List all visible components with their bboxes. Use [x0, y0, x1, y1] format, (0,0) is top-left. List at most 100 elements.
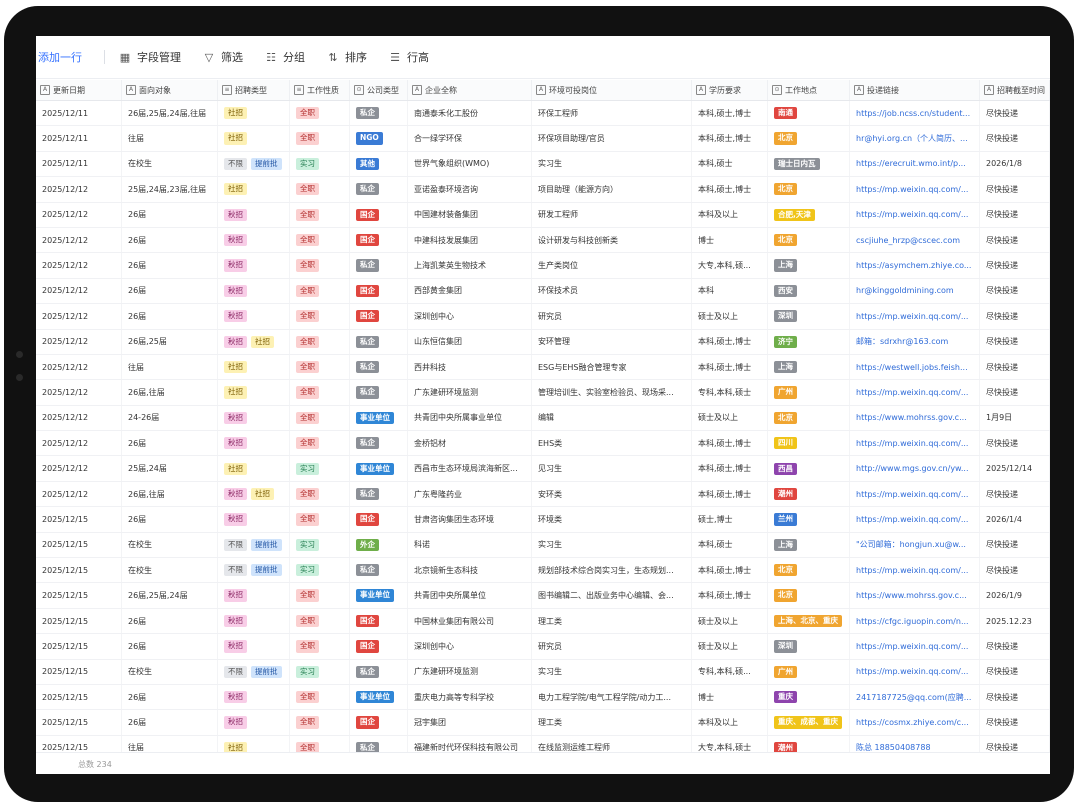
- cell-apply-link[interactable]: https://mp.weixin.qq.com/...: [850, 558, 980, 583]
- cell-education[interactable]: 本科,硕士,博士: [692, 354, 768, 380]
- cell-target[interactable]: 26届,25届,24届,往届: [122, 101, 218, 126]
- cell-company-type[interactable]: 私企: [350, 101, 408, 126]
- cell-target[interactable]: 26届,25届,24届: [122, 583, 218, 608]
- cell-deadline[interactable]: 尽快投递: [980, 710, 1050, 735]
- cell-deadline[interactable]: 尽快投递: [980, 431, 1050, 456]
- toolbar-item-filter[interactable]: ▽ 筛选: [203, 49, 243, 65]
- cell-position[interactable]: 环境类: [532, 507, 692, 532]
- cell-update-date[interactable]: 2025/12/15: [36, 507, 122, 532]
- cell-position[interactable]: 环保项目助理/官员: [532, 126, 692, 151]
- cell-company-type[interactable]: 私企: [350, 659, 408, 684]
- cell-location[interactable]: 重庆、成都、重庆: [768, 710, 850, 735]
- cell-job-nature[interactable]: 全职: [290, 507, 350, 532]
- cell-update-date[interactable]: 2025/12/12: [36, 405, 122, 431]
- toolbar-item-group[interactable]: ☷ 分组: [265, 49, 305, 65]
- cell-company-type[interactable]: 私企: [350, 329, 408, 354]
- cell-company-name[interactable]: 合一绿学环保: [408, 126, 532, 151]
- cell-target[interactable]: 26届: [122, 278, 218, 304]
- cell-deadline[interactable]: 尽快投递: [980, 278, 1050, 304]
- cell-location[interactable]: 兰州: [768, 507, 850, 532]
- cell-location[interactable]: 潮州: [768, 481, 850, 507]
- cell-recruit-type[interactable]: 社招: [218, 101, 290, 126]
- cell-update-date[interactable]: 2025/12/12: [36, 380, 122, 405]
- cell-education[interactable]: 硕士,博士: [692, 507, 768, 532]
- cell-location[interactable]: 北京: [768, 583, 850, 608]
- cell-recruit-type[interactable]: 秋招: [218, 634, 290, 659]
- cell-company-type[interactable]: 事业单位: [350, 684, 408, 710]
- cell-position[interactable]: 实习生: [532, 151, 692, 177]
- table-row[interactable]: 2025/12/15 26届 秋招 全职 事业单位 重庆电力高等专科学校 电力工程学院/电气…: [36, 684, 1050, 711]
- cell-position[interactable]: 安环类: [532, 481, 692, 507]
- cell-update-date[interactable]: 2025/12/15: [36, 532, 122, 558]
- cell-update-date[interactable]: 2025/12/11: [36, 101, 122, 126]
- cell-company-name[interactable]: 亚诺盈泰环境咨询: [408, 177, 532, 202]
- cell-update-date[interactable]: 2025/12/12: [36, 304, 122, 329]
- cell-recruit-type[interactable]: 秋招: [218, 608, 290, 634]
- cell-recruit-type[interactable]: 社招: [218, 177, 290, 202]
- toolbar-item-row-height[interactable]: ☰ 行高: [389, 49, 429, 65]
- cell-position[interactable]: 图书编辑二、出版业务中心编辑、会...: [532, 583, 692, 608]
- cell-position[interactable]: 理工类: [532, 608, 692, 634]
- cell-apply-link[interactable]: 邮箱：sdrxhr@163.com: [850, 329, 980, 354]
- cell-company-type[interactable]: 私企: [350, 380, 408, 405]
- cell-education[interactable]: 专科,本科,硕士: [692, 380, 768, 405]
- cell-apply-link[interactable]: https://www.mohrss.gov.c...: [850, 583, 980, 608]
- cell-deadline[interactable]: 2026/1/8: [980, 151, 1050, 177]
- cell-company-name[interactable]: 共青团中央所属单位: [408, 583, 532, 608]
- cell-recruit-type[interactable]: 社招: [218, 380, 290, 405]
- cell-recruit-type[interactable]: 秋招: [218, 405, 290, 431]
- cell-job-nature[interactable]: 全职: [290, 583, 350, 608]
- cell-target[interactable]: 26届,25届: [122, 329, 218, 354]
- table-row[interactable]: 2025/12/15 26届,25届,24届 秋招 全职 事业单位 共青团中央所属单位 图书…: [36, 583, 1050, 609]
- column-header[interactable]: ≡ 招聘类型: [218, 80, 290, 100]
- cell-company-name[interactable]: 广东粤隆药业: [408, 481, 532, 507]
- cell-target[interactable]: 26届,往届: [122, 380, 218, 405]
- table-row[interactable]: 2025/12/12 26届,往届 秋招 社招 全职 私企 广东粤隆药业 安环类 本科,硕士,博…: [36, 481, 1050, 508]
- cell-job-nature[interactable]: 全职: [290, 227, 350, 253]
- cell-position[interactable]: 项目助理（能源方向）: [532, 177, 692, 202]
- cell-education[interactable]: 本科,硕士: [692, 151, 768, 177]
- cell-position[interactable]: ESG与EHS融合管理专家: [532, 354, 692, 380]
- cell-position[interactable]: 编辑: [532, 405, 692, 431]
- cell-apply-link[interactable]: "公司邮箱：hongjun.xu@w...: [850, 532, 980, 558]
- cell-position[interactable]: 环保技术员: [532, 278, 692, 304]
- cell-position[interactable]: 设计研发与科技创新类: [532, 227, 692, 253]
- cell-apply-link[interactable]: 2417187725@qq.com(应聘...: [850, 684, 980, 710]
- cell-position[interactable]: 理工类: [532, 710, 692, 735]
- cell-recruit-type[interactable]: 秋招: [218, 431, 290, 456]
- cell-job-nature[interactable]: 实习: [290, 456, 350, 481]
- cell-company-name[interactable]: 金桥铝材: [408, 431, 532, 456]
- table-row[interactable]: 2025/12/15 在校生 不限 提前批 实习 私企 广东建研环境监测 实习生 专科,本科,硕…: [36, 659, 1050, 685]
- cell-education[interactable]: 本科,硕士,博士: [692, 456, 768, 481]
- column-header[interactable]: ⊙ 工作地点: [768, 80, 850, 100]
- cell-deadline[interactable]: 尽快投递: [980, 126, 1050, 151]
- cell-recruit-type[interactable]: 秋招: [218, 710, 290, 735]
- cell-company-name[interactable]: 南通泰禾化工股份: [408, 101, 532, 126]
- cell-company-name[interactable]: 冠宇集团: [408, 710, 532, 735]
- cell-recruit-type[interactable]: 社招: [218, 354, 290, 380]
- cell-position[interactable]: 研发工程师: [532, 202, 692, 227]
- cell-apply-link[interactable]: http://www.mgs.gov.cn/yw...: [850, 456, 980, 481]
- cell-company-type[interactable]: 国企: [350, 227, 408, 253]
- column-header[interactable]: A 投递链接: [850, 80, 980, 100]
- cell-deadline[interactable]: 尽快投递: [980, 659, 1050, 684]
- cell-apply-link[interactable]: https://job.ncss.cn/student...: [850, 101, 980, 126]
- cell-location[interactable]: 济宁: [768, 329, 850, 354]
- cell-company-type[interactable]: 私企: [350, 253, 408, 278]
- cell-job-nature[interactable]: 全职: [290, 253, 350, 278]
- cell-education[interactable]: 本科,硕士,博士: [692, 126, 768, 151]
- cell-deadline[interactable]: 尽快投递: [980, 354, 1050, 380]
- cell-job-nature[interactable]: 全职: [290, 710, 350, 735]
- cell-deadline[interactable]: 尽快投递: [980, 101, 1050, 126]
- cell-position[interactable]: 实习生: [532, 659, 692, 684]
- cell-company-type[interactable]: 私企: [350, 481, 408, 507]
- cell-recruit-type[interactable]: 秋招: [218, 227, 290, 253]
- cell-position[interactable]: 规划部技术综合岗实习生，生态规划...: [532, 558, 692, 583]
- cell-job-nature[interactable]: 全职: [290, 405, 350, 431]
- table-row[interactable]: 2025/12/12 26届 秋招 全职 国企 中国建材装备集团 研发工程师 本科及以上 合肥,…: [36, 202, 1050, 228]
- toolbar-item-sort[interactable]: ⇅ 排序: [327, 49, 367, 65]
- cell-company-name[interactable]: 西昌市生态环境局滨海新区...: [408, 456, 532, 481]
- cell-education[interactable]: 本科,硕士,博士: [692, 177, 768, 202]
- cell-update-date[interactable]: 2025/12/12: [36, 456, 122, 481]
- table-row[interactable]: 2025/12/12 25届,24届 社招 实习 事业单位 西昌市生态环境局滨海新区...…: [36, 456, 1050, 482]
